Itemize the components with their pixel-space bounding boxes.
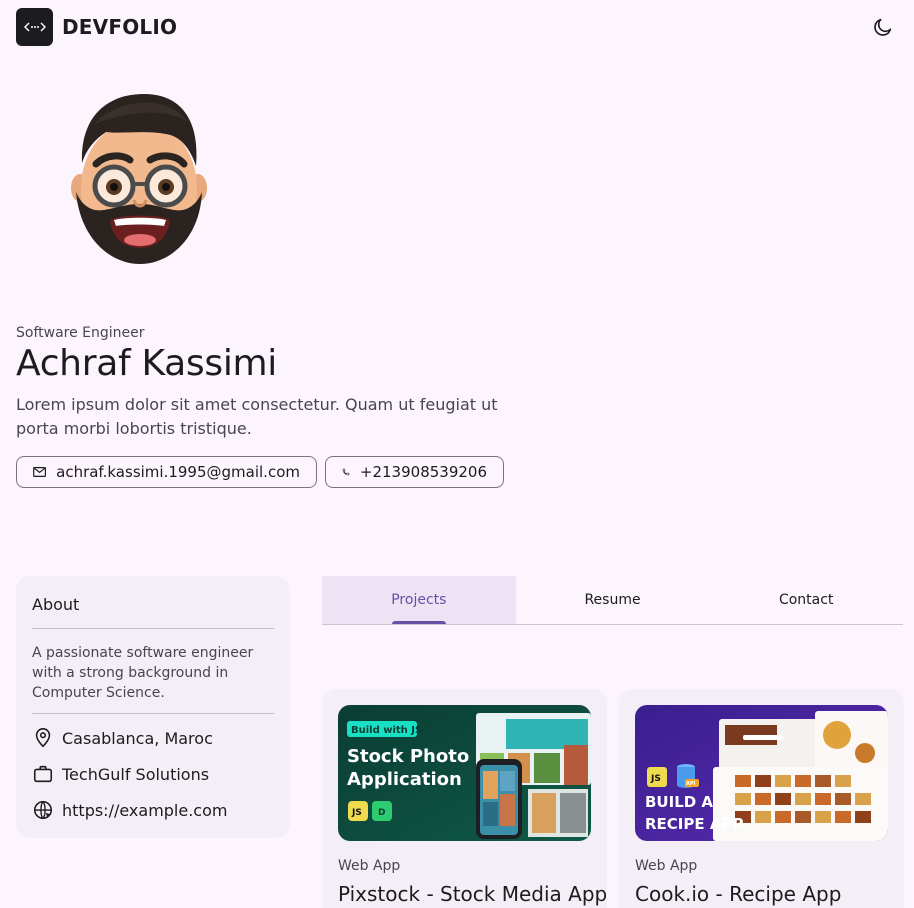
brand-name[interactable]: DEVFOLIO [62, 15, 177, 39]
logo[interactable] [16, 8, 53, 46]
location-row: Casablanca, Maroc [32, 727, 213, 749]
thumb-title-line2: Application [347, 769, 462, 790]
moon-icon [874, 18, 892, 36]
website-row[interactable]: https://example.com [32, 799, 227, 821]
company-text: TechGulf Solutions [62, 764, 210, 784]
project-title[interactable]: Cook.io - Recipe App [635, 882, 841, 906]
email-text: achraf.kassimi.1995@gmail.com [56, 463, 300, 481]
about-description: A passionate software engineer with a st… [32, 645, 254, 701]
location-pin-icon [35, 728, 51, 748]
theme-toggle-button[interactable] [868, 12, 898, 42]
phone-chip[interactable]: +213908539206 [325, 456, 504, 488]
project-thumbnail: Build with JS Stock Photo Application JS… [338, 705, 591, 841]
mail-icon [33, 467, 46, 477]
thumb-title-line2: RECIPE APP [645, 815, 743, 833]
website-link[interactable]: https://example.com [62, 801, 227, 820]
project-thumbnail: JS API BUILD A RECIPE APP [635, 705, 888, 841]
project-card[interactable]: JS API BUILD A RECIPE APP Web App Cook.i… [619, 689, 904, 908]
tab-bar: Projects Resume Contact [322, 576, 903, 625]
project-card[interactable]: Build with JS Stock Photo Application JS… [322, 689, 607, 908]
profile-bio: Lorem ipsum dolor sit amet consectetur. … [16, 395, 498, 438]
location-text: Casablanca, Maroc [62, 728, 213, 748]
globe-icon [33, 800, 53, 820]
code-dots-icon [23, 22, 46, 32]
thumb-title-line1: BUILD A [645, 793, 713, 811]
avatar [66, 88, 216, 266]
phone-text: +213908539206 [359, 463, 487, 481]
about-card: About A passionate software engineer wit… [16, 576, 290, 838]
project-title[interactable]: Pixstock - Stock Media App [338, 882, 607, 906]
divider [32, 628, 274, 629]
email-chip[interactable]: achraf.kassimi.1995@gmail.com [16, 456, 317, 488]
divider [32, 713, 274, 714]
project-type: Web App [338, 858, 401, 874]
thumb-tech-d: D [378, 808, 385, 818]
thumb-tech-js: JS [351, 808, 362, 818]
company-row: TechGulf Solutions [32, 763, 209, 785]
job-title: Software Engineer [16, 325, 145, 341]
tab-contact[interactable]: Contact [709, 576, 903, 624]
profile-name: Achraf Kassimi [16, 343, 278, 384]
phone-icon [342, 468, 350, 476]
thumb-tech-api: API [686, 781, 696, 787]
thumb-badge: Build with JS [351, 725, 422, 736]
briefcase-icon [33, 765, 53, 783]
thumb-tech-js: JS [650, 774, 661, 784]
about-title: About [32, 595, 80, 614]
tab-resume[interactable]: Resume [516, 576, 710, 624]
thumb-title-line1: Stock Photo [347, 746, 469, 767]
project-type: Web App [635, 858, 698, 874]
tab-projects[interactable]: Projects [322, 576, 516, 624]
